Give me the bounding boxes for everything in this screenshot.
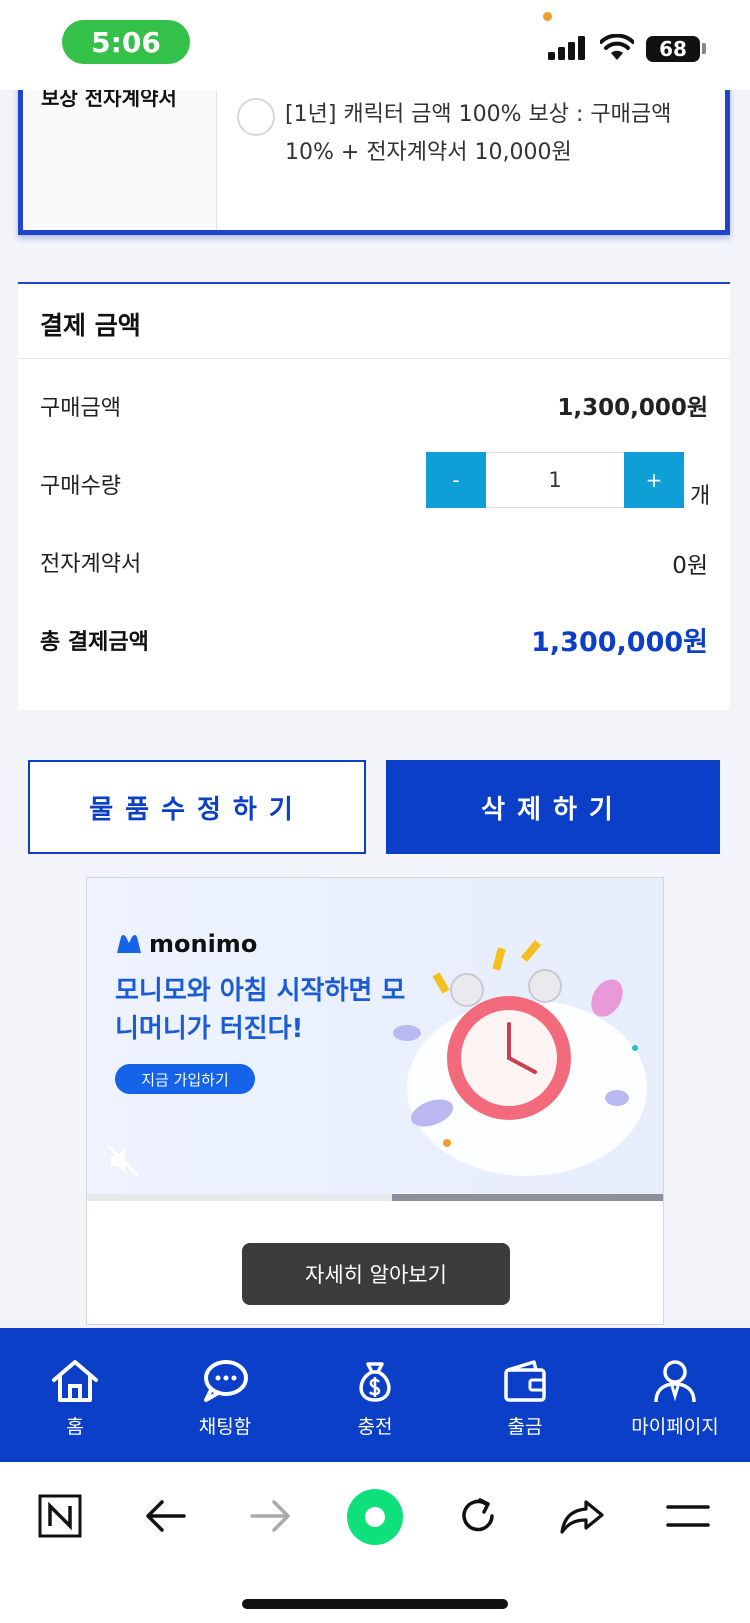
status-bar: 5:06 68 bbox=[0, 0, 750, 90]
green-dot-button[interactable] bbox=[344, 1486, 406, 1548]
share-icon bbox=[560, 1500, 604, 1534]
ad-video-progress[interactable] bbox=[87, 1194, 663, 1201]
quantity-stepper: - 1 + bbox=[426, 452, 684, 508]
quantity-label: 구매수량 bbox=[40, 474, 121, 499]
quantity-unit: 개 bbox=[690, 484, 711, 509]
purchase-amount-label: 구매금액 bbox=[40, 396, 121, 421]
menu-button[interactable] bbox=[658, 1486, 718, 1546]
monimo-logo-icon bbox=[117, 935, 141, 953]
menu-icon bbox=[666, 1505, 710, 1527]
nav-label-withdraw: 출금 bbox=[507, 1416, 543, 1438]
option-text[interactable]: [1년] 캐릭터 금액 100% 보상 : 구매금액 10% + 전자계약서 1… bbox=[285, 96, 705, 172]
alarm-clock-illustration bbox=[393, 940, 647, 1176]
nav-label-home: 홈 bbox=[66, 1416, 84, 1438]
quantity-decrease-button[interactable]: - bbox=[426, 452, 486, 508]
option-radio-button[interactable] bbox=[237, 98, 275, 136]
forward-button[interactable] bbox=[240, 1486, 300, 1546]
nav-item-withdraw[interactable]: 출금 bbox=[450, 1328, 600, 1462]
ad-video-progress-fill bbox=[87, 1194, 393, 1201]
bottom-navigation: 홈 채팅함 충전 출금 마이페이지 bbox=[0, 1328, 750, 1462]
share-button[interactable] bbox=[552, 1486, 612, 1546]
status-time: 5:06 bbox=[62, 20, 190, 64]
payment-title: 결제 금액 bbox=[40, 311, 141, 340]
browser-toolbar bbox=[0, 1462, 750, 1623]
divider bbox=[18, 358, 730, 359]
contract-label: 전자계약서 bbox=[40, 552, 142, 577]
purchase-amount-value: 1,300,000원 bbox=[557, 395, 708, 421]
ad-signup-button[interactable]: 지금 가입하기 bbox=[115, 1064, 255, 1094]
wifi-icon bbox=[600, 34, 634, 60]
user-icon bbox=[654, 1360, 696, 1403]
edit-item-button[interactable]: 물품수정하기 bbox=[28, 760, 366, 854]
refresh-icon bbox=[462, 1498, 494, 1532]
mute-icon[interactable] bbox=[105, 1143, 141, 1179]
payment-summary-card: 결제 금액 구매금액 1,300,000원 구매수량 - 1 + 개 전자계약서… bbox=[18, 282, 730, 710]
nav-item-mypage[interactable]: 마이페이지 bbox=[600, 1328, 750, 1462]
ad-brand: monimo bbox=[149, 930, 258, 958]
back-button[interactable] bbox=[136, 1486, 196, 1546]
nav-label-chat: 채팅함 bbox=[198, 1416, 252, 1438]
nav-label-mypage: 마이페이지 bbox=[631, 1416, 719, 1438]
contract-value: 0원 bbox=[672, 553, 708, 579]
forward-arrow-icon bbox=[250, 1500, 290, 1532]
battery-indicator: 68 bbox=[646, 36, 700, 62]
wallet-icon bbox=[504, 1360, 546, 1402]
nav-item-chat[interactable]: 채팅함 bbox=[150, 1328, 300, 1462]
quantity-increase-button[interactable]: + bbox=[624, 452, 684, 508]
chat-icon bbox=[204, 1360, 248, 1402]
home-icon bbox=[52, 1360, 98, 1402]
money-bag-icon bbox=[359, 1362, 391, 1402]
total-label: 총 결제금액 bbox=[40, 630, 149, 655]
refresh-button[interactable] bbox=[448, 1486, 508, 1546]
battery-tip bbox=[702, 43, 706, 54]
ad-logo: monimo bbox=[115, 930, 257, 958]
ad-banner[interactable]: monimo 모니모와 아침 시작하면 모니머니가 터진다! 지금 가입하기 bbox=[87, 878, 663, 1201]
quantity-input[interactable]: 1 bbox=[487, 453, 623, 507]
naver-n-icon bbox=[38, 1494, 82, 1538]
privacy-dot-icon bbox=[543, 12, 552, 21]
home-indicator bbox=[242, 1599, 508, 1609]
nav-item-charge[interactable]: 충전 bbox=[300, 1328, 450, 1462]
total-value: 1,300,000원 bbox=[531, 627, 708, 658]
nav-item-home[interactable]: 홈 bbox=[0, 1328, 150, 1462]
delete-button[interactable]: 삭제하기 bbox=[386, 760, 720, 854]
ad-headline: 모니모와 아침 시작하면 모니머니가 터진다! bbox=[115, 976, 406, 1044]
ad-container: monimo 모니모와 아침 시작하면 모니머니가 터진다! 지금 가입하기 자… bbox=[86, 877, 664, 1325]
naver-home-button[interactable] bbox=[30, 1486, 90, 1546]
back-arrow-icon bbox=[146, 1500, 186, 1532]
green-dot-icon bbox=[347, 1489, 403, 1545]
learn-more-button[interactable]: 자세히 알아보기 bbox=[242, 1243, 510, 1305]
cellular-signal-icon bbox=[548, 36, 585, 60]
nav-label-charge: 충전 bbox=[357, 1416, 393, 1438]
